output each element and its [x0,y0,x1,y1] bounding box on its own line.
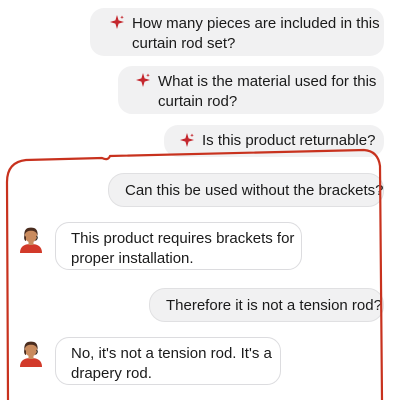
sparkle-icon [180,133,194,147]
agent-message: No, it's not a tension rod. It's a drape… [55,337,281,385]
user-message-text: Therefore it is not a tension rod? [166,297,382,314]
suggestion-chip-pieces[interactable]: How many pieces are included in this cur… [90,8,384,56]
agent-message-line: proper installation. [71,250,194,267]
agent-avatar [20,227,42,253]
user-message: Can this be used without the brackets? [108,173,384,207]
suggestion-label-line: curtain rod set? [132,35,236,52]
sparkle-icon [110,15,124,29]
agent-message: This product requires brackets for prope… [55,222,302,270]
suggestion-label-line: Is this product returnable? [202,132,376,149]
suggestion-chip-returnable[interactable]: Is this product returnable? [164,125,384,157]
chat-screen: How many pieces are included in this cur… [0,0,400,400]
suggestion-label-line: curtain rod? [158,93,238,110]
user-message: Therefore it is not a tension rod? [149,288,384,322]
agent-avatar [20,341,42,367]
agent-message-line: drapery rod. [71,365,152,382]
user-message-text: Can this be used without the brackets? [125,182,384,199]
sparkle-icon [136,73,150,87]
suggestion-chip-material[interactable]: What is the material used for this curta… [118,66,384,114]
